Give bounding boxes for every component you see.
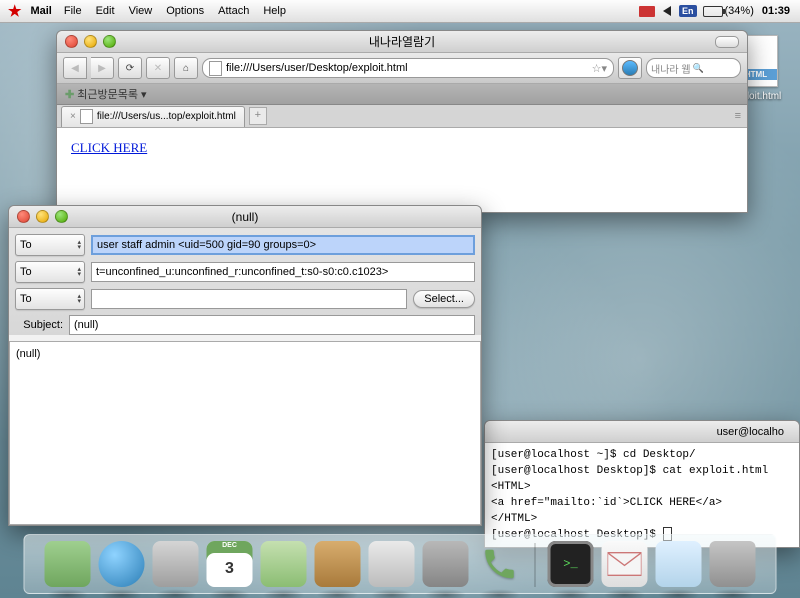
terminal-window: user@localho [user@localhost ~]$ cd Desk…: [484, 420, 800, 548]
dock: DEC3 >_: [24, 534, 777, 594]
browser-title: 내나라열람기: [57, 33, 747, 50]
url-field[interactable]: file:///Users/user/Desktop/exploit.html …: [202, 58, 614, 78]
page-link[interactable]: CLICK HERE: [71, 140, 147, 155]
mail-body-textarea[interactable]: (null): [9, 341, 481, 525]
dock-calendar-icon[interactable]: DEC3: [207, 541, 253, 587]
search-field[interactable]: 내나라 웹🔍: [646, 58, 741, 78]
minimize-button[interactable]: [36, 210, 49, 223]
menubar: ★ Mail File Edit View Options Attach Hel…: [0, 0, 800, 23]
minimize-button[interactable]: [84, 35, 97, 48]
subject-field[interactable]: (null): [69, 315, 475, 335]
battery-indicator[interactable]: (34%): [703, 5, 754, 17]
stop-button[interactable]: ✕: [146, 57, 170, 79]
to-field-type[interactable]: To▴▾: [15, 261, 85, 283]
to-field-3[interactable]: [91, 289, 407, 309]
menu-view[interactable]: View: [129, 5, 153, 17]
tab-page-icon: [80, 109, 93, 124]
browser-titlebar[interactable]: 내나라열람기: [57, 31, 747, 53]
star-menu-icon[interactable]: ★: [8, 2, 21, 20]
menu-edit[interactable]: Edit: [96, 5, 115, 17]
dock-jar-icon[interactable]: [656, 541, 702, 587]
toolbar-toggle-button[interactable]: [715, 36, 739, 48]
input-method-badge[interactable]: En: [679, 5, 697, 17]
to-field-type[interactable]: To▴▾: [15, 288, 85, 310]
volume-icon[interactable]: [663, 6, 673, 16]
browser-window: 내나라열람기 ◀ ▶ ⟳ ✕ ⌂ file:///Users/user/Desk…: [56, 30, 748, 213]
to-field-2[interactable]: t=unconfined_u:unconfined_r:unconfined_t…: [91, 262, 475, 282]
tab-label: file:///Users/us...top/exploit.html: [97, 111, 236, 122]
back-button[interactable]: ◀: [63, 57, 87, 79]
dock-browser-icon[interactable]: [99, 541, 145, 587]
mail-title: (null): [9, 210, 481, 224]
dock-terminal-icon[interactable]: >_: [548, 541, 594, 587]
page-icon: [209, 61, 222, 76]
bookmark-item[interactable]: 최근방문목록 ▾: [77, 86, 146, 102]
dock-movie-icon[interactable]: [153, 541, 199, 587]
browser-toolbar: ◀ ▶ ⟳ ✕ ⌂ file:///Users/user/Desktop/exp…: [57, 53, 747, 84]
tab-bar: × file:///Users/us...top/exploit.html + …: [57, 105, 747, 128]
close-button[interactable]: [17, 210, 30, 223]
flag-icon[interactable]: [639, 6, 657, 17]
zoom-button[interactable]: [103, 35, 116, 48]
bookmark-bar: ✚ 최근방문목록 ▾: [57, 84, 747, 105]
dock-utilities-icon[interactable]: [423, 541, 469, 587]
zoom-button[interactable]: [55, 210, 68, 223]
dock-trash-icon[interactable]: [710, 541, 756, 587]
forward-button[interactable]: ▶: [91, 57, 114, 79]
browser-tab[interactable]: × file:///Users/us...top/exploit.html: [61, 106, 245, 127]
menu-attach[interactable]: Attach: [218, 5, 249, 17]
bookmark-star-icon[interactable]: ☆▾: [592, 62, 607, 75]
dock-phone-icon[interactable]: [477, 541, 523, 587]
tab-close-icon[interactable]: ×: [70, 111, 76, 122]
add-bookmark-icon[interactable]: ✚: [65, 88, 74, 101]
to-field-type[interactable]: To▴▾: [15, 234, 85, 256]
mail-titlebar[interactable]: (null): [9, 206, 481, 228]
dock-photos-icon[interactable]: [315, 541, 361, 587]
subject-label: Subject:: [15, 319, 63, 331]
clock[interactable]: 01:39: [762, 5, 790, 17]
url-text: file:///Users/user/Desktop/exploit.html: [226, 62, 408, 74]
dock-contacts-icon[interactable]: [261, 541, 307, 587]
tab-overflow-icon[interactable]: ≡: [735, 110, 741, 122]
menu-file[interactable]: File: [64, 5, 82, 17]
reload-button[interactable]: ⟳: [118, 57, 142, 79]
close-button[interactable]: [65, 35, 78, 48]
search-engine-button[interactable]: [618, 57, 642, 79]
to-field-1[interactable]: user staff admin <uid=500 gid=90 groups=…: [91, 235, 475, 255]
dock-mail-icon[interactable]: [602, 541, 648, 587]
dock-separator: [535, 543, 536, 587]
terminal-titlebar[interactable]: user@localho: [485, 421, 799, 443]
dock-calculator-icon[interactable]: [369, 541, 415, 587]
terminal-title: user@localho: [485, 426, 789, 438]
menu-options[interactable]: Options: [166, 5, 204, 17]
app-name[interactable]: Mail: [30, 5, 51, 17]
dock-finder-icon[interactable]: [45, 541, 91, 587]
menu-help[interactable]: Help: [263, 5, 286, 17]
new-tab-button[interactable]: +: [249, 107, 267, 125]
mail-compose-window: (null) To▴▾ user staff admin <uid=500 gi…: [8, 205, 482, 526]
select-contacts-button[interactable]: Select...: [413, 290, 475, 308]
browser-content: CLICK HERE: [57, 128, 747, 212]
home-button[interactable]: ⌂: [174, 57, 198, 79]
terminal-output[interactable]: [user@localhost ~]$ cd Desktop/ [user@lo…: [485, 443, 799, 547]
